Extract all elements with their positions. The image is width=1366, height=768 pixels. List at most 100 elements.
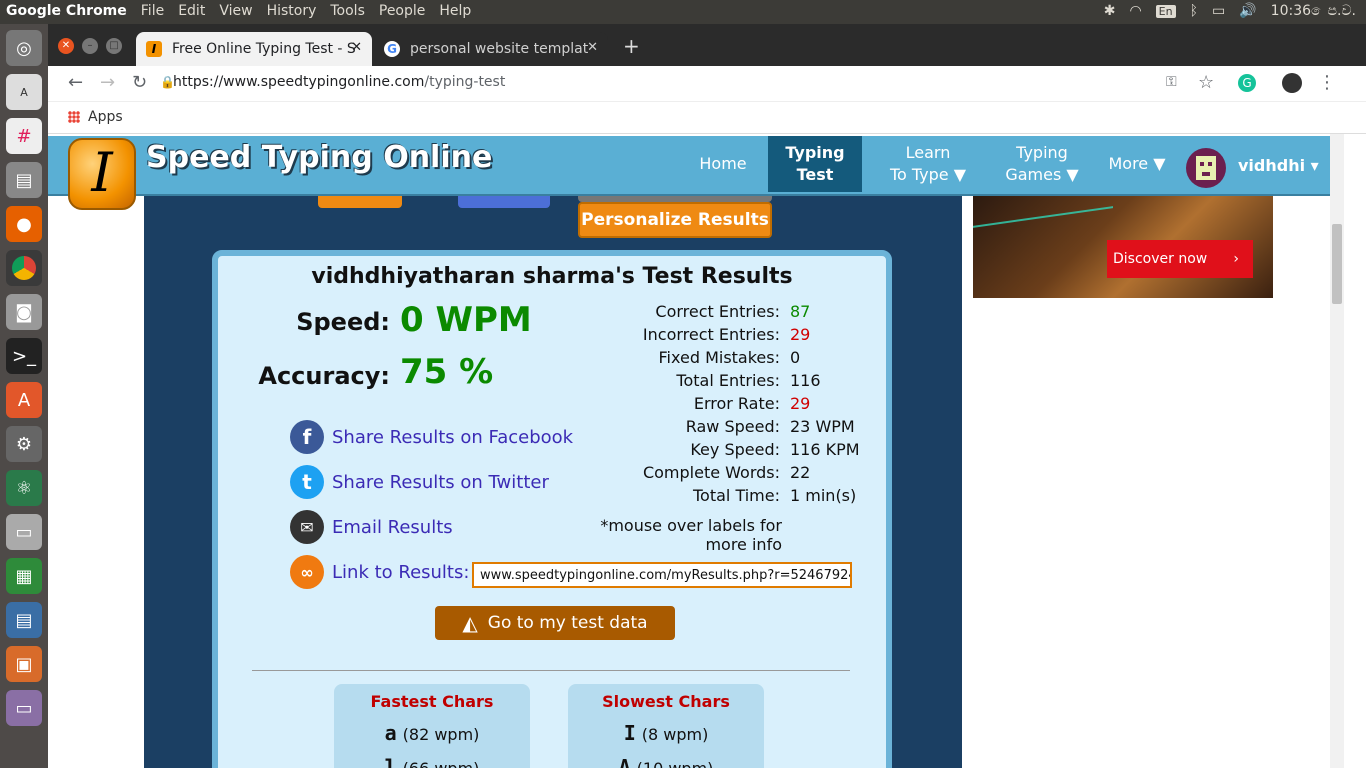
slack-icon[interactable]: # [6, 118, 42, 154]
software-center-icon[interactable]: A [6, 382, 42, 418]
menu-edit[interactable]: Edit [178, 3, 205, 19]
stat-value: 87 [790, 302, 811, 321]
key-icon[interactable]: ⚿ [1166, 74, 1177, 90]
ubuntu-dash-icon[interactable]: ◎ [6, 30, 42, 66]
discover-now-label: Discover now [1113, 251, 1208, 267]
menu-app-name[interactable]: Google Chrome [6, 3, 127, 19]
settings-icon[interactable]: ⚙ [6, 426, 42, 462]
stat-value: 22 [790, 463, 811, 482]
web-page: Personalize Results vidhdhiyatharan shar… [48, 134, 1366, 768]
page-scrollbar[interactable] [1330, 134, 1344, 768]
menu-tools[interactable]: Tools [330, 3, 365, 19]
menu-kebab-icon[interactable]: ⋮ [1318, 72, 1336, 93]
stat-label[interactable]: Total Entries: [608, 371, 780, 390]
stat-label[interactable]: Incorrect Entries: [608, 325, 780, 344]
scrollbar-thumb[interactable] [1332, 224, 1342, 304]
presentation-icon[interactable]: ▣ [6, 646, 42, 682]
tab-close-icon[interactable]: ✕ [587, 40, 598, 55]
personalize-results-button[interactable]: Personalize Results [578, 202, 772, 238]
results-link-field[interactable]: www.speedtypingonline.com/myResults.php?… [472, 562, 852, 588]
stat-label[interactable]: Correct Entries: [608, 302, 780, 321]
user-avatar[interactable] [1186, 148, 1226, 188]
email-results-link[interactable]: ✉ Email Results [290, 510, 453, 544]
drive-icon[interactable]: ▭ [6, 514, 42, 550]
chrome-icon[interactable] [6, 250, 42, 286]
files-icon[interactable]: ▤ [6, 162, 42, 198]
stat-label[interactable]: Fixed Mistakes: [608, 348, 780, 367]
menu-history[interactable]: History [267, 3, 317, 19]
chrome-window: ✕ – □ I Free Online Typing Test - S ✕ G … [48, 24, 1366, 768]
menu-help[interactable]: Help [439, 3, 471, 19]
tab-typing-test[interactable]: I Free Online Typing Test - S ✕ [136, 32, 372, 66]
close-window-button[interactable]: ✕ [58, 38, 74, 54]
nav-more[interactable]: More ▼ [1102, 136, 1172, 192]
speed-label[interactable]: Speed: [258, 308, 390, 336]
display-icon[interactable]: ▭ [6, 690, 42, 726]
maximize-window-button[interactable]: □ [106, 38, 122, 54]
advertisement-banner[interactable]: Discover now › [973, 196, 1273, 298]
menu-people[interactable]: People [379, 3, 426, 19]
stat-value: 29 [790, 325, 811, 344]
keyboard-language-indicator[interactable]: En [1155, 4, 1176, 18]
clock[interactable]: 10:36 ෙප.ව. [1271, 3, 1356, 19]
back-arrow-icon[interactable]: ← [68, 72, 83, 93]
battery-icon[interactable]: ▭ [1212, 3, 1225, 19]
go-to-test-data-label: Go to my test data [487, 613, 648, 633]
tab-personal-website[interactable]: G personal website templat ✕ [374, 32, 608, 66]
volume-icon[interactable]: 🔊 [1239, 3, 1256, 19]
facebook-icon: f [290, 420, 324, 454]
nav-typing-games[interactable]: Typing Games ▼ [992, 136, 1092, 192]
slowest-chars-title: Slowest Chars [602, 692, 730, 711]
nav-home-label: Home [699, 154, 747, 173]
menu-view[interactable]: View [219, 3, 252, 19]
share-twitter-link[interactable]: t Share Results on Twitter [290, 465, 549, 499]
new-tab-button[interactable]: + [623, 34, 640, 58]
reload-icon[interactable]: ↻ [132, 72, 147, 93]
site-name[interactable]: Speed Typing Online [146, 140, 492, 175]
stat-label[interactable]: Raw Speed: [608, 417, 780, 436]
note-line-2: more info [705, 535, 782, 554]
pixel-avatar-icon [1196, 156, 1216, 180]
bookmark-star-icon[interactable]: ☆ [1198, 72, 1214, 93]
stat-label[interactable]: Error Rate: [608, 394, 780, 413]
terminal-icon[interactable]: >_ [6, 338, 42, 374]
tab-close-icon[interactable]: ✕ [351, 40, 362, 55]
keyboard-app-icon[interactable]: A [6, 74, 42, 110]
bluetooth-icon[interactable]: ᛒ [1190, 3, 1198, 19]
nav-learn-to-type[interactable]: Learn To Type ▼ [878, 136, 978, 192]
accuracy-label[interactable]: Accuracy: [238, 362, 390, 390]
camera-icon[interactable]: ◙ [6, 294, 42, 330]
char-wpm: (8 wpm) [641, 725, 709, 744]
share-facebook-link[interactable]: f Share Results on Facebook [290, 420, 573, 454]
wifi-icon[interactable]: ◠ [1129, 3, 1141, 19]
tab-title: personal website templat [410, 41, 589, 57]
address-bar[interactable]: https://www.speedtypingonline.com/typing… [173, 74, 505, 90]
profile-avatar[interactable] [1282, 73, 1302, 93]
nav-typing-test[interactable]: Typing Test [768, 136, 862, 192]
firefox-icon[interactable]: ● [6, 206, 42, 242]
forward-arrow-icon[interactable]: → [100, 72, 115, 93]
nav-home[interactable]: Home [688, 136, 758, 192]
google-icon: G [384, 41, 400, 57]
switch-up-button[interactable] [458, 196, 550, 208]
atom-icon[interactable]: ⚛ [6, 470, 42, 506]
user-menu[interactable]: vidhdhi ▾ [1238, 156, 1319, 175]
apps-shortcut[interactable]: Apps [68, 109, 123, 125]
stat-label[interactable]: Total Time: [608, 486, 780, 505]
menu-file[interactable]: File [141, 3, 164, 19]
char-wpm: (66 wpm) [403, 759, 480, 768]
site-logo[interactable]: I [68, 138, 136, 210]
minimize-window-button[interactable]: – [82, 38, 98, 54]
stat-label[interactable]: Key Speed: [608, 440, 780, 459]
slack-tray-icon[interactable]: ✱ [1104, 3, 1116, 19]
reset-button[interactable] [318, 196, 402, 208]
grammarly-icon[interactable]: G [1238, 74, 1256, 92]
link-chain-icon: ∞ [290, 555, 324, 589]
go-to-test-data-button[interactable]: ◭ Go to my test data [435, 606, 675, 640]
discover-now-button[interactable]: Discover now › [1107, 240, 1253, 278]
stat-label[interactable]: Complete Words: [608, 463, 780, 482]
document-icon[interactable]: ▤ [6, 602, 42, 638]
ad-graphic [973, 206, 1113, 266]
system-tray: ✱ ◠ En ᛒ ▭ 🔊 10:36 ෙප.ව. [1104, 3, 1356, 19]
spreadsheet-icon[interactable]: ▦ [6, 558, 42, 594]
